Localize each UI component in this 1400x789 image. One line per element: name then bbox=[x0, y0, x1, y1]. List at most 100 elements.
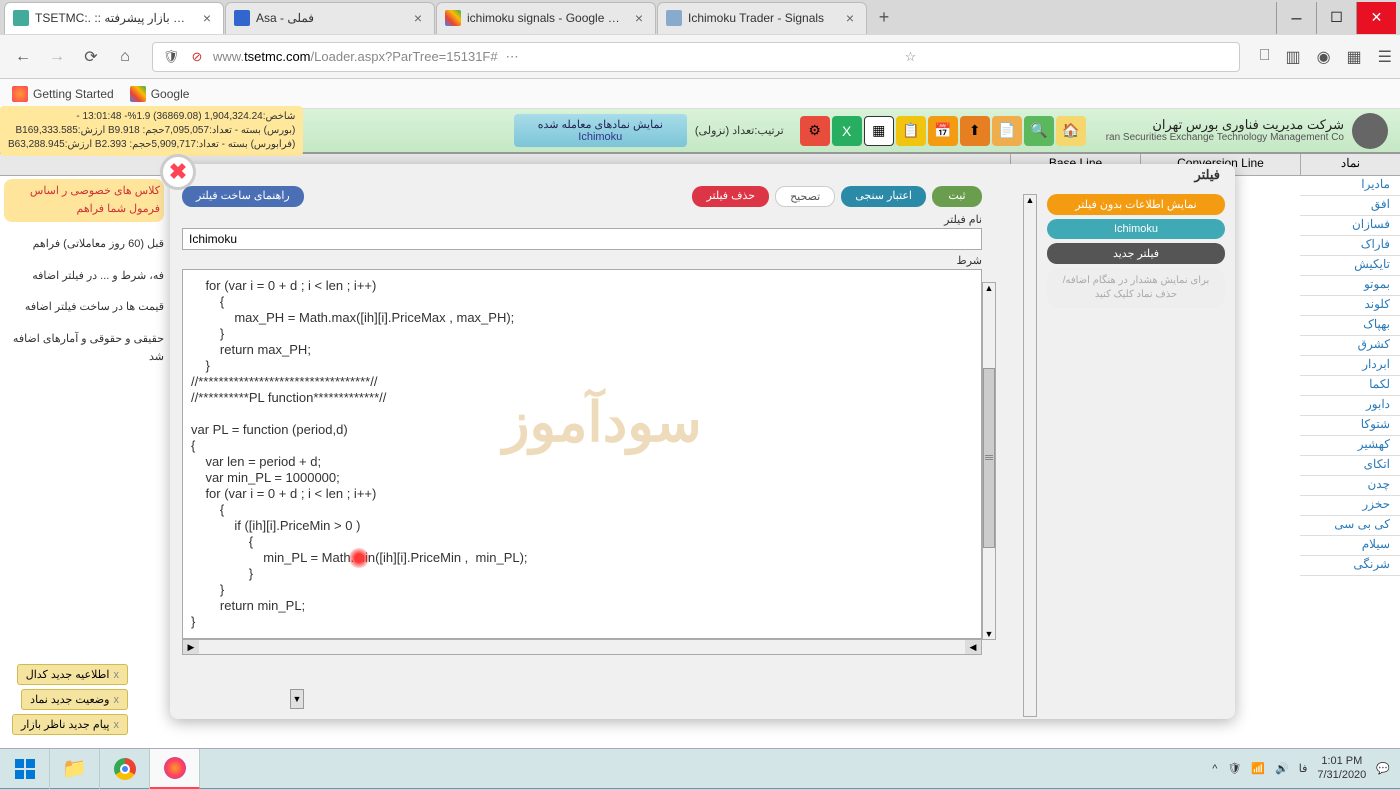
tab-favicon bbox=[13, 10, 29, 26]
symbol-row[interactable]: کلوند bbox=[1300, 296, 1400, 316]
symbol-row[interactable]: کشرق bbox=[1300, 336, 1400, 356]
scroll-left-icon[interactable]: ◀ bbox=[965, 640, 981, 654]
close-icon[interactable]: x bbox=[113, 719, 119, 731]
symbol-row[interactable]: لکما bbox=[1300, 376, 1400, 396]
symbol-row[interactable]: کهشیر bbox=[1300, 436, 1400, 456]
modal-scrollbar[interactable]: ▲ bbox=[1023, 194, 1037, 717]
symbol-row[interactable]: شرنگی bbox=[1300, 556, 1400, 576]
start-button[interactable] bbox=[0, 749, 50, 789]
watermark: سودآموز bbox=[503, 390, 702, 454]
page-scroll-down[interactable]: ▼ bbox=[290, 689, 304, 709]
sidebar-icon[interactable]: ▥ bbox=[1285, 47, 1300, 67]
register-button[interactable]: ثبت bbox=[932, 186, 982, 207]
modal-close-button[interactable]: ✖ bbox=[160, 154, 196, 190]
chrome-button[interactable] bbox=[100, 749, 150, 789]
close-button[interactable]: ✕ bbox=[1356, 2, 1396, 34]
tab-title: Asa - فملی bbox=[256, 11, 404, 25]
symbol-row[interactable]: حخزر bbox=[1300, 496, 1400, 516]
symbol-row[interactable]: سیلام bbox=[1300, 536, 1400, 556]
close-icon[interactable]: × bbox=[631, 10, 647, 26]
protection-icon[interactable]: ▦ bbox=[1347, 47, 1362, 67]
symbol-row[interactable]: کی بی سی bbox=[1300, 516, 1400, 536]
symbol-display-panel[interactable]: نمایش نمادهای معامله شده Ichimoku bbox=[514, 114, 687, 147]
minimize-button[interactable]: ─ bbox=[1276, 2, 1316, 34]
close-icon[interactable]: x bbox=[113, 669, 119, 681]
symbol-row[interactable]: افق bbox=[1300, 196, 1400, 216]
tab-ichimoku-trader[interactable]: Ichimoku Trader - Signals × bbox=[657, 2, 867, 34]
symbol-row[interactable]: چدن bbox=[1300, 476, 1400, 496]
filter-toolbar: ثبت اعتبار سنجی تصحیح حذف فیلتر راهنمای … bbox=[182, 186, 982, 207]
volume-icon[interactable]: 🔊 bbox=[1275, 762, 1289, 775]
tray-icon[interactable]: 🛡 bbox=[1227, 762, 1241, 775]
tag-message[interactable]: xپیام جدید ناظر بازار bbox=[12, 714, 128, 735]
symbol-row[interactable]: بهپاک bbox=[1300, 316, 1400, 336]
code-scrollbar-v[interactable]: ▲ ▼ bbox=[982, 282, 996, 640]
delete-filter-button[interactable]: حذف فیلتر bbox=[692, 186, 769, 207]
bookmark-getting-started[interactable]: Getting Started bbox=[12, 86, 114, 102]
symbol-row[interactable]: بموتو bbox=[1300, 276, 1400, 296]
home-icon[interactable]: 🏠 bbox=[1056, 116, 1086, 146]
tray-up-icon[interactable]: ^ bbox=[1212, 763, 1217, 775]
code-editor[interactable]: for (var i = 0 + d ; i < len ; i++) { ma… bbox=[182, 269, 982, 639]
firefox-button[interactable] bbox=[150, 749, 200, 789]
clock[interactable]: 1:01 PM 7/31/2020 bbox=[1317, 755, 1366, 781]
url-input[interactable]: 🛡 ⊘ www.tsetmc.com/Loader.aspx?ParTree=1… bbox=[152, 42, 1240, 72]
filter-name-input[interactable] bbox=[182, 228, 982, 250]
sort-label[interactable]: ترتیب:تعداد (نزولی) bbox=[687, 124, 792, 137]
close-icon[interactable]: × bbox=[842, 10, 858, 26]
tab-asa[interactable]: Asa - فملی × bbox=[225, 2, 435, 34]
scroll-right-icon[interactable]: ▶ bbox=[183, 640, 199, 654]
close-icon[interactable]: x bbox=[113, 694, 119, 706]
symbol-row[interactable]: ابردار bbox=[1300, 356, 1400, 376]
browser-tab-bar: TSETMC:. :: ده بان بازار پیشرفته. × Asa … bbox=[0, 0, 1400, 35]
settings-icon[interactable]: ⚙ bbox=[800, 116, 830, 146]
calendar-icon[interactable]: 📅 bbox=[928, 116, 958, 146]
back-button[interactable]: ← bbox=[8, 42, 38, 72]
symbol-row[interactable]: فسازان bbox=[1300, 216, 1400, 236]
excel-icon[interactable]: X bbox=[832, 116, 862, 146]
validate-button[interactable]: اعتبار سنجی bbox=[841, 186, 926, 207]
tab-tsetmc[interactable]: TSETMC:. :: ده بان بازار پیشرفته. × bbox=[4, 2, 224, 34]
col-symbol[interactable]: نماد bbox=[1300, 154, 1400, 175]
symbol-row[interactable]: اتکای bbox=[1300, 456, 1400, 476]
close-icon[interactable]: × bbox=[199, 10, 215, 26]
symbol-row[interactable]: شتوکا bbox=[1300, 416, 1400, 436]
close-icon[interactable]: × bbox=[410, 10, 426, 26]
maximize-button[interactable]: ☐ bbox=[1316, 2, 1356, 34]
doc-icon[interactable]: 📄 bbox=[992, 116, 1022, 146]
reload-button[interactable]: ⟳ bbox=[76, 42, 106, 72]
symbol-row[interactable]: دابور bbox=[1300, 396, 1400, 416]
more-icon[interactable]: ⋯ bbox=[506, 49, 519, 65]
guide-button[interactable]: راهنمای ساخت فیلتر bbox=[182, 186, 304, 207]
tab-google-search[interactable]: ichimoku signals - Google Sea... × bbox=[436, 2, 656, 34]
grid-icon[interactable]: ▦ bbox=[864, 116, 894, 146]
tracking-icon[interactable]: ⊘ bbox=[187, 47, 207, 67]
language-indicator[interactable]: فا bbox=[1299, 762, 1308, 775]
filter-ichimoku-button[interactable]: Ichimoku bbox=[1047, 219, 1225, 239]
upload-icon[interactable]: ⬆ bbox=[960, 116, 990, 146]
search-icon[interactable]: 🔍 bbox=[1024, 116, 1054, 146]
show-no-filter-button[interactable]: نمایش اطلاعات بدون فیلتر bbox=[1047, 194, 1225, 215]
account-icon[interactable]: ◉ bbox=[1317, 47, 1331, 67]
tag-status[interactable]: xوضعیت جدید نماد bbox=[21, 689, 128, 710]
shield-icon[interactable]: 🛡 bbox=[161, 47, 181, 67]
correct-button[interactable]: تصحیح bbox=[775, 186, 835, 207]
note-icon[interactable]: 📋 bbox=[896, 116, 926, 146]
bookmark-icon[interactable]: ☆ bbox=[905, 49, 917, 65]
home-button[interactable]: ⌂ bbox=[110, 42, 140, 72]
cursor-indicator bbox=[349, 548, 369, 568]
code-scrollbar-h[interactable]: ◀ ▶ bbox=[182, 639, 982, 655]
new-filter-button[interactable]: فیلتر جدید bbox=[1047, 243, 1225, 264]
tray-icon[interactable]: 📶 bbox=[1251, 762, 1265, 775]
symbol-row[interactable]: مادیرا bbox=[1300, 176, 1400, 196]
forward-button[interactable]: → bbox=[42, 42, 72, 72]
symbol-row[interactable]: تایکیش bbox=[1300, 256, 1400, 276]
symbol-row[interactable]: فاراک bbox=[1300, 236, 1400, 256]
menu-icon[interactable]: ☰ bbox=[1378, 47, 1392, 67]
tag-codal[interactable]: xاطلاعیه جدید کدال bbox=[17, 664, 128, 685]
library-icon[interactable]: ⎕ bbox=[1260, 47, 1270, 67]
notification-icon[interactable]: 💬 bbox=[1376, 762, 1390, 775]
new-tab-button[interactable]: + bbox=[868, 4, 900, 32]
file-explorer-button[interactable]: 📁 bbox=[50, 749, 100, 789]
bookmark-google[interactable]: Google bbox=[130, 86, 190, 102]
